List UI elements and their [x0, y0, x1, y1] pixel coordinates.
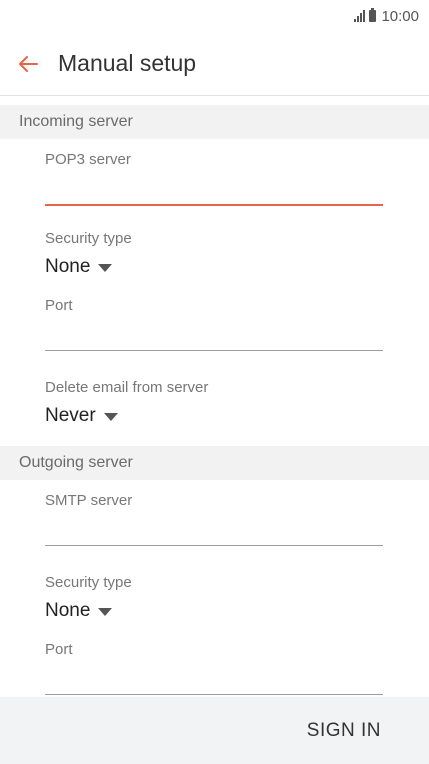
pop3-server-input[interactable] [45, 168, 383, 206]
outgoing-security-value: None [45, 600, 91, 621]
page-title: Manual setup [58, 50, 197, 76]
incoming-server-header: Incoming server [0, 105, 429, 139]
smtp-server-field: SMTP server [0, 480, 429, 546]
bottom-action-bar: SIGN IN [0, 697, 429, 764]
incoming-security-label: Security type [45, 230, 132, 247]
incoming-port-label: Port [45, 297, 73, 314]
delete-email-dropdown[interactable]: Never [45, 396, 383, 436]
status-bar: 10:00 [0, 0, 429, 32]
dropdown-caret-icon [98, 608, 113, 616]
outgoing-server-header: Outgoing server [0, 446, 429, 480]
outgoing-port-label: Port [45, 641, 73, 658]
status-time: 10:00 [381, 7, 419, 25]
app-bar: Manual setup [0, 32, 429, 96]
settings-form[interactable]: Incoming server POP3 server Security typ… [0, 97, 429, 697]
pop3-server-field: POP3 server [0, 139, 429, 206]
dropdown-caret-icon [103, 413, 118, 421]
incoming-security-value: None [45, 256, 91, 277]
incoming-port-field: Port [0, 287, 429, 351]
pop3-server-label: POP3 server [45, 151, 131, 168]
signal-icon [354, 10, 366, 22]
outgoing-security-label: Security type [45, 574, 132, 591]
outgoing-port-input[interactable] [45, 658, 383, 695]
outgoing-security-field: Security type None [0, 562, 429, 631]
smtp-server-label: SMTP server [45, 492, 133, 509]
incoming-port-input[interactable] [45, 314, 383, 351]
smtp-server-input[interactable] [45, 509, 383, 546]
incoming-security-field: Security type None [0, 218, 429, 287]
back-button[interactable] [0, 32, 56, 96]
back-arrow-icon [19, 55, 38, 72]
outgoing-port-field: Port [0, 631, 429, 695]
battery-icon [369, 8, 377, 22]
delete-email-value: Never [45, 405, 96, 426]
outgoing-security-dropdown[interactable]: None [45, 591, 383, 631]
incoming-security-dropdown[interactable]: None [45, 247, 383, 287]
delete-email-label: Delete email from server [45, 379, 209, 396]
delete-email-field: Delete email from server Never [0, 367, 429, 436]
sign-in-button[interactable]: SIGN IN [307, 720, 381, 742]
dropdown-caret-icon [98, 264, 113, 272]
